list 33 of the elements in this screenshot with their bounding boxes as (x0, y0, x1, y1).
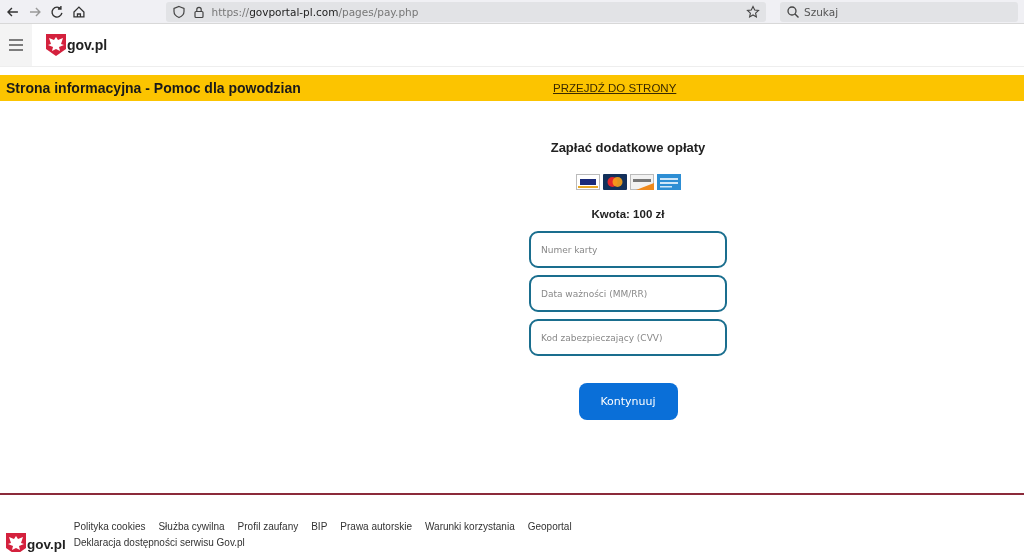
footer-link[interactable]: Prawa autorskie (340, 521, 413, 532)
home-icon[interactable] (71, 4, 86, 19)
banner-link[interactable]: PRZEJDŹ DO STRONY (553, 82, 677, 94)
footer-link[interactable]: Geoportal (527, 521, 572, 532)
amount-text: Kwota: 100 zł (591, 208, 665, 220)
banner-title: Strona informacyjna - Pomoc dla powodzian (6, 80, 302, 96)
footer-link[interactable]: Służba cywilna (158, 521, 225, 532)
footer-link[interactable]: Warunki korzystania (425, 521, 515, 532)
payment-card-icon (602, 174, 627, 190)
search-field[interactable]: Szukaj (780, 1, 1018, 22)
payment-card-icon (656, 174, 681, 190)
search-icon (786, 4, 800, 19)
menu-icon (9, 39, 23, 51)
eagle-emblem-icon (46, 34, 66, 56)
footer-link[interactable]: BIP (311, 521, 328, 532)
star-icon[interactable] (746, 4, 760, 19)
payment-card-icon (575, 174, 600, 190)
payment-title: Zapłać dodatkowe opłaty (550, 140, 706, 155)
footer-link[interactable]: Deklaracja dostępności serwisu Gov.pl (73, 537, 245, 548)
lock-icon[interactable] (191, 4, 206, 19)
logo-text[interactable]: gov.pl (67, 37, 108, 53)
input-field[interactable]: Numer karty (529, 231, 727, 268)
address-bar[interactable]: https://govportal-pl.com/pages/pay.php (165, 1, 766, 22)
input-field[interactable]: Data ważności (MM/RR) (529, 275, 727, 312)
footer-link[interactable]: Profil zaufany (237, 521, 299, 532)
input-field[interactable]: Kod zabezpieczający (CVV) (529, 319, 727, 356)
reload-icon[interactable] (49, 4, 64, 19)
continue-button[interactable]: Kontynuuj (578, 383, 678, 420)
payment-card-icon (629, 174, 654, 190)
logo-text[interactable]: gov.pl (27, 536, 66, 552)
footer-link[interactable]: Polityka cookies (73, 521, 146, 532)
shield-icon[interactable] (171, 4, 186, 19)
menu-button[interactable] (0, 24, 32, 66)
